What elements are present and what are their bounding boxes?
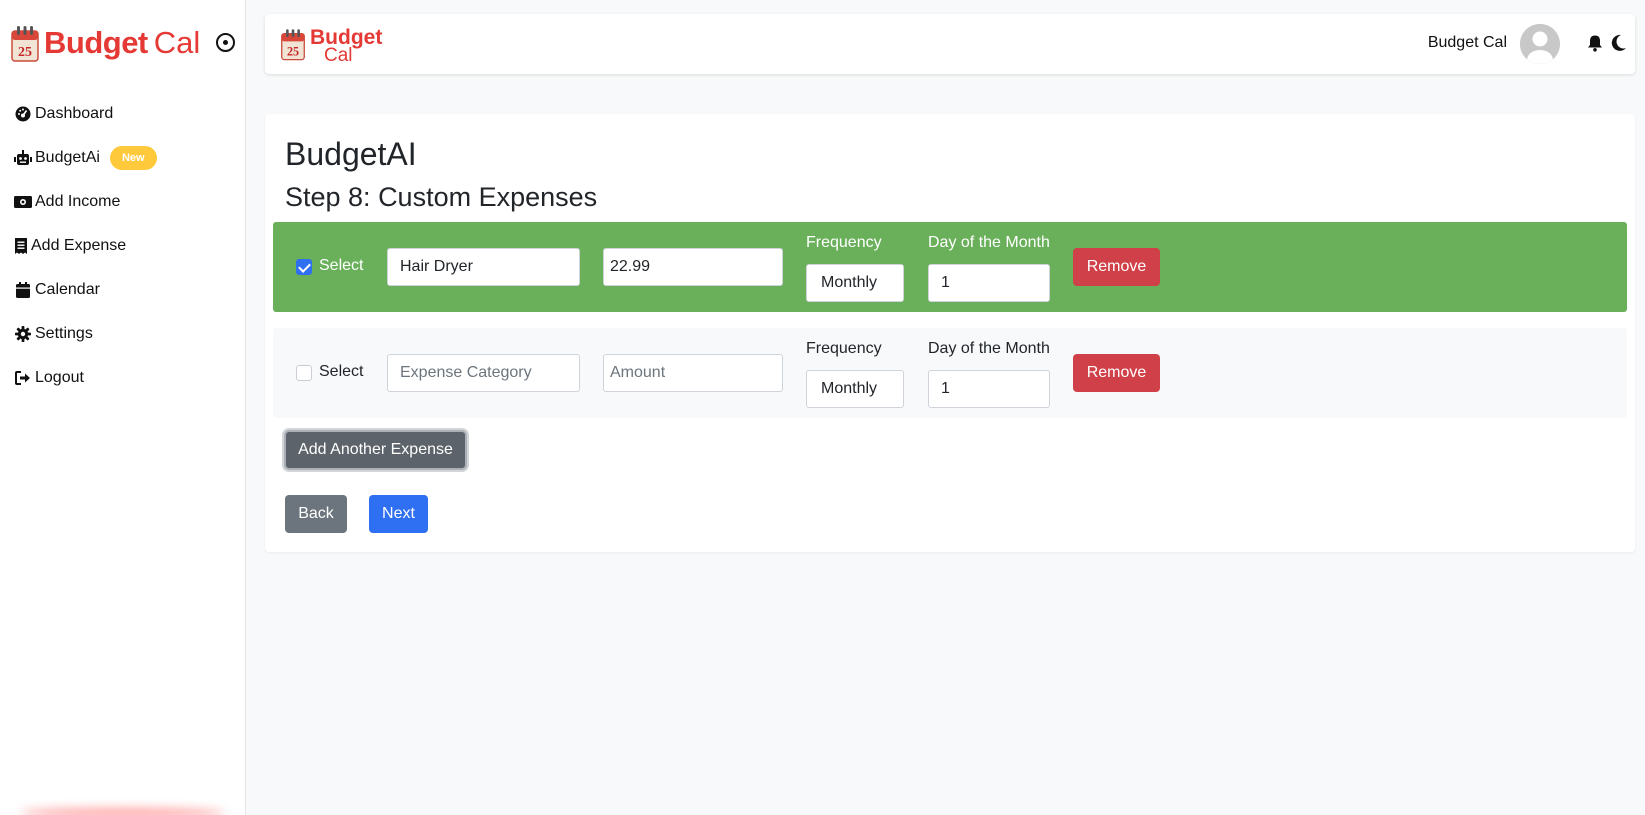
day-of-month-label: Day of the Month xyxy=(928,340,1050,357)
money-icon xyxy=(14,193,32,211)
topbar-logo[interactable]: 25 Budget Cal xyxy=(280,26,382,66)
amount-input[interactable] xyxy=(603,248,783,286)
calendar-logo-icon: 25 xyxy=(281,29,305,61)
select-checkbox[interactable] xyxy=(296,259,312,275)
sidebar-item-label: Dashboard xyxy=(35,105,114,122)
dashboard-icon xyxy=(14,105,32,123)
sidebar-item-add-income[interactable]: Add Income xyxy=(14,180,157,224)
calendar-logo-day: 25 xyxy=(18,45,32,60)
select-label: Select xyxy=(319,257,364,274)
expense-category-input[interactable] xyxy=(387,248,580,286)
sidebar-item-label: Add Income xyxy=(35,193,121,210)
logout-icon xyxy=(14,369,32,387)
sidebar-item-add-expense[interactable]: Add Expense xyxy=(14,224,157,268)
frequency-label: Frequency xyxy=(806,340,882,357)
next-button[interactable]: Next xyxy=(369,495,428,533)
sidebar-item-label: Calendar xyxy=(35,281,100,298)
sidebar-item-label: Settings xyxy=(35,325,93,342)
sidebar: 25 Budget Cal Dashboard BudgetAi New Add… xyxy=(0,0,246,815)
avatar[interactable] xyxy=(1520,24,1560,64)
robot-icon xyxy=(14,149,32,167)
frequency-label: Frequency xyxy=(806,234,882,251)
bell-icon[interactable] xyxy=(1587,34,1605,52)
sidebar-nav: Dashboard BudgetAi New Add Income Add Ex… xyxy=(14,92,157,400)
select-label: Select xyxy=(319,363,364,380)
new-badge: New xyxy=(109,146,157,170)
expense-row: Select Frequency Monthly Day of the Mont… xyxy=(273,328,1627,418)
top-navbar: 25 Budget Cal Budget Cal xyxy=(265,14,1635,74)
sidebar-item-settings[interactable]: Settings xyxy=(14,312,157,356)
back-button[interactable]: Back xyxy=(285,495,347,533)
user-avatar-icon xyxy=(1520,24,1560,64)
expense-category-input[interactable] xyxy=(387,354,580,392)
sidebar-item-label: BudgetAi xyxy=(35,149,100,166)
add-another-expense-button[interactable]: Add Another Expense xyxy=(284,430,467,470)
moon-icon[interactable] xyxy=(1611,34,1629,52)
frequency-select[interactable]: Monthly xyxy=(806,264,904,302)
calendar-logo-day: 25 xyxy=(287,44,299,58)
sidebar-bottom-glow xyxy=(20,808,225,815)
calendar-icon xyxy=(14,281,32,299)
expense-row: Select Frequency Monthly Day of the Mont… xyxy=(273,222,1627,312)
page-title: BudgetAI xyxy=(285,136,417,172)
sidebar-item-logout[interactable]: Logout xyxy=(14,356,157,400)
day-of-month-input[interactable] xyxy=(928,264,1050,302)
wizard-card: BudgetAI Step 8: Custom Expenses Select … xyxy=(265,114,1635,552)
day-of-month-input[interactable] xyxy=(928,370,1050,408)
sidebar-item-dashboard[interactable]: Dashboard xyxy=(14,92,157,136)
step-title: Step 8: Custom Expenses xyxy=(285,182,598,212)
receipt-icon xyxy=(14,237,28,255)
frequency-value: Monthly xyxy=(821,380,878,397)
username-label: Budget Cal xyxy=(1427,34,1507,51)
calendar-logo-icon: 25 xyxy=(11,26,39,62)
sidebar-item-budgetai[interactable]: BudgetAi New xyxy=(14,136,157,180)
select-checkbox[interactable] xyxy=(296,365,312,381)
remove-button[interactable]: Remove xyxy=(1073,354,1160,392)
day-of-month-label: Day of the Month xyxy=(928,234,1050,251)
brand-name-light: Cal xyxy=(153,25,201,60)
frequency-value: Monthly xyxy=(821,274,878,291)
remove-button[interactable]: Remove xyxy=(1073,248,1160,286)
frequency-select[interactable]: Monthly xyxy=(806,370,904,408)
sidebar-brand[interactable]: 25 Budget Cal xyxy=(10,20,200,66)
gear-icon xyxy=(14,325,32,343)
amount-input[interactable] xyxy=(603,354,783,392)
brand-name-bold: Budget xyxy=(44,25,148,60)
topbar-logo-line2: Cal xyxy=(324,45,353,66)
sidebar-item-calendar[interactable]: Calendar xyxy=(14,268,157,312)
sidebar-toggle-icon[interactable] xyxy=(216,33,235,52)
sidebar-item-label: Add Expense xyxy=(31,237,127,254)
sidebar-item-label: Logout xyxy=(35,369,84,386)
